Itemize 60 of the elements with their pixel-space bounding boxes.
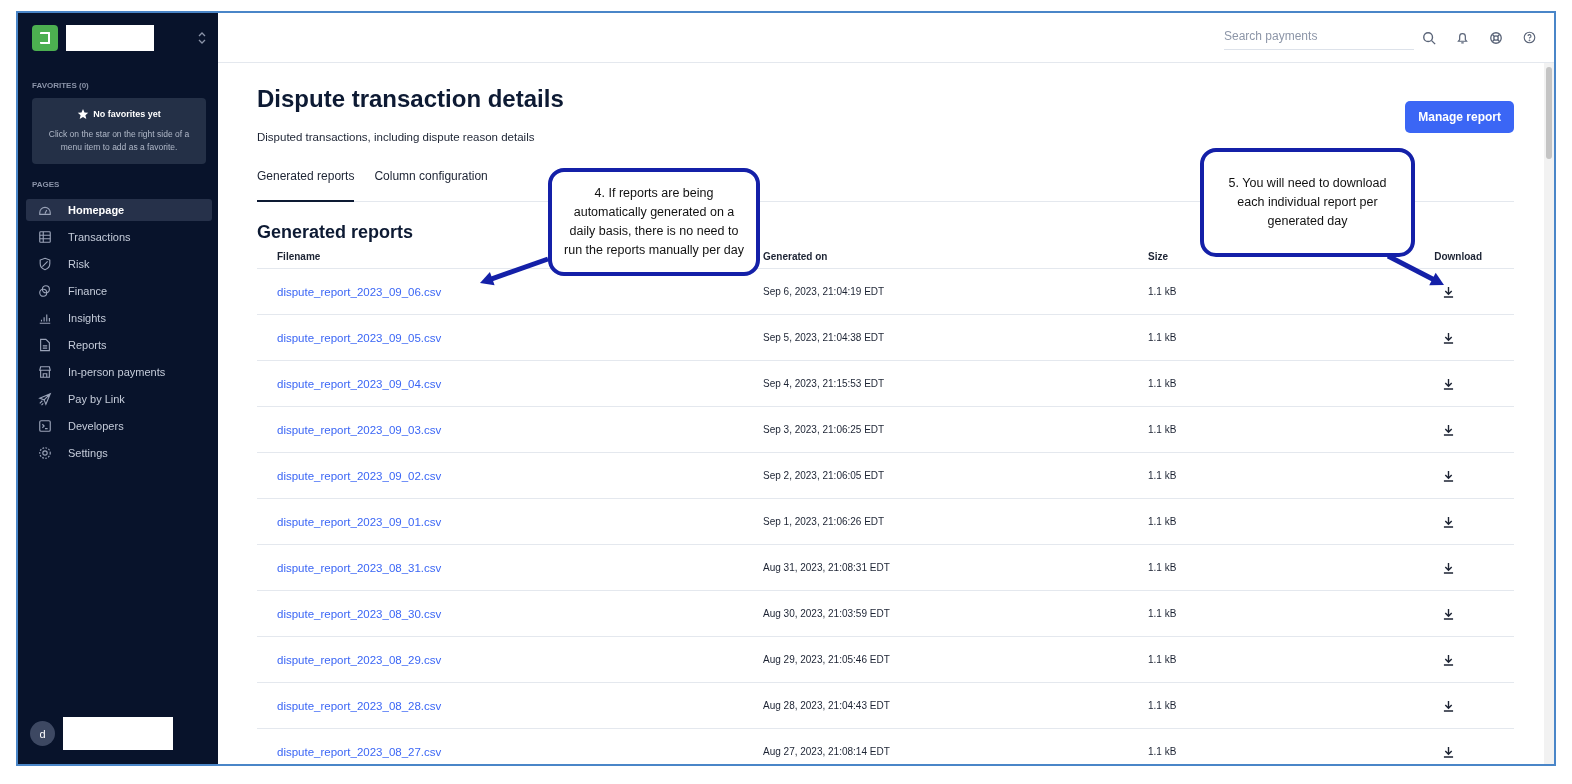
table-cell: 1.1 kB bbox=[1148, 286, 1177, 297]
tab[interactable]: Generated reports bbox=[257, 161, 355, 202]
section-heading: FAVORITES (0) bbox=[32, 81, 90, 90]
section-title: Generated reports bbox=[257, 222, 414, 243]
file-link[interactable]: dispute_report_2023_09_03.csv bbox=[277, 423, 442, 436]
callout-box: 4. If reports are being automatically generated on a daily basis, there is no need to run the reports manually per day bbox=[548, 168, 760, 276]
column-header: Size bbox=[1148, 251, 1168, 262]
favorites-empty-title: No favorites yet bbox=[93, 109, 161, 119]
user-avatar[interactable]: d bbox=[30, 721, 55, 746]
file-link[interactable]: dispute_report_2023_08_30.csv bbox=[277, 607, 442, 620]
table-cell: Sep 1, 2023, 21:06:26 EDT bbox=[763, 516, 885, 527]
table-cell: Sep 2, 2023, 21:06:05 EDT bbox=[763, 470, 885, 481]
page-title: Dispute transaction details bbox=[257, 85, 564, 113]
table-cell: 1.1 kB bbox=[1148, 378, 1177, 389]
table-cell: 1.1 kB bbox=[1148, 654, 1177, 665]
sidebar-item[interactable]: Finance bbox=[26, 280, 212, 302]
column-header: Generated on bbox=[763, 251, 828, 262]
file-link[interactable]: dispute_report_2023_09_02.csv bbox=[277, 469, 442, 482]
sidebar-item[interactable]: Insights bbox=[26, 307, 212, 329]
column-header: Filename bbox=[277, 251, 321, 262]
table-cell: 1.1 kB bbox=[1148, 424, 1177, 435]
file-link[interactable]: dispute_report_2023_08_27.csv bbox=[277, 745, 442, 758]
table-cell: Aug 28, 2023, 21:04:43 EDT bbox=[763, 700, 890, 711]
file-link[interactable]: dispute_report_2023_09_04.csv bbox=[277, 377, 442, 390]
table-cell: 1.1 kB bbox=[1148, 332, 1177, 343]
page-subtitle: Disputed transactions, including dispute reason details bbox=[257, 131, 536, 143]
callout-box: 5. You will need to download each individual report per generated day bbox=[1200, 148, 1415, 257]
table-cell: Aug 31, 2023, 21:08:31 EDT bbox=[763, 562, 890, 573]
file-link[interactable]: dispute_report_2023_09_01.csv bbox=[277, 515, 442, 528]
sidebar-item[interactable]: Reports bbox=[26, 334, 212, 356]
table-cell: Aug 27, 2023, 21:08:14 EDT bbox=[763, 746, 890, 757]
section-heading: PAGES bbox=[32, 180, 61, 189]
table-cell: 1.1 kB bbox=[1148, 516, 1177, 527]
file-link[interactable]: dispute_report_2023_09_06.csv bbox=[277, 285, 442, 298]
file-link[interactable]: dispute_report_2023_08_29.csv bbox=[277, 653, 442, 666]
table-cell: 1.1 kB bbox=[1148, 608, 1177, 619]
table-cell: Sep 4, 2023, 21:15:53 EDT bbox=[763, 378, 885, 389]
sidebar-item[interactable]: Homepage bbox=[26, 199, 212, 221]
file-link[interactable]: dispute_report_2023_08_31.csv bbox=[277, 561, 442, 574]
sidebar-item[interactable]: Settings bbox=[26, 442, 212, 464]
manage-report-button[interactable]: Manage report bbox=[1405, 101, 1514, 133]
sidebar-item[interactable]: Risk bbox=[26, 253, 212, 275]
tab[interactable]: Column configuration bbox=[374, 161, 488, 202]
sidebar-item[interactable]: Transactions bbox=[26, 226, 212, 248]
table-cell: Aug 30, 2023, 21:03:59 EDT bbox=[763, 608, 890, 619]
table-cell: Sep 5, 2023, 21:04:38 EDT bbox=[763, 332, 885, 343]
table-cell: 1.1 kB bbox=[1148, 470, 1177, 481]
sidebar-item[interactable]: Developers bbox=[26, 415, 212, 437]
file-link[interactable]: dispute_report_2023_09_05.csv bbox=[277, 331, 442, 344]
table-cell: 1.1 kB bbox=[1148, 562, 1177, 573]
table-cell: Aug 29, 2023, 21:05:46 EDT bbox=[763, 654, 890, 665]
table-cell: 1.1 kB bbox=[1148, 746, 1177, 757]
table-cell: Sep 6, 2023, 21:04:19 EDT bbox=[763, 286, 885, 297]
table-cell: 1.1 kB bbox=[1148, 700, 1177, 711]
column-header: Download bbox=[1434, 251, 1482, 262]
table-cell: Sep 3, 2023, 21:06:25 EDT bbox=[763, 424, 885, 435]
sidebar-item[interactable]: In-person payments bbox=[26, 361, 212, 383]
sidebar-item[interactable]: Pay by Link bbox=[26, 388, 212, 410]
favorites-hint: Click on the star on the right side of a menu item to add as a favorite. bbox=[47, 128, 191, 154]
file-link[interactable]: dispute_report_2023_08_28.csv bbox=[277, 699, 442, 712]
